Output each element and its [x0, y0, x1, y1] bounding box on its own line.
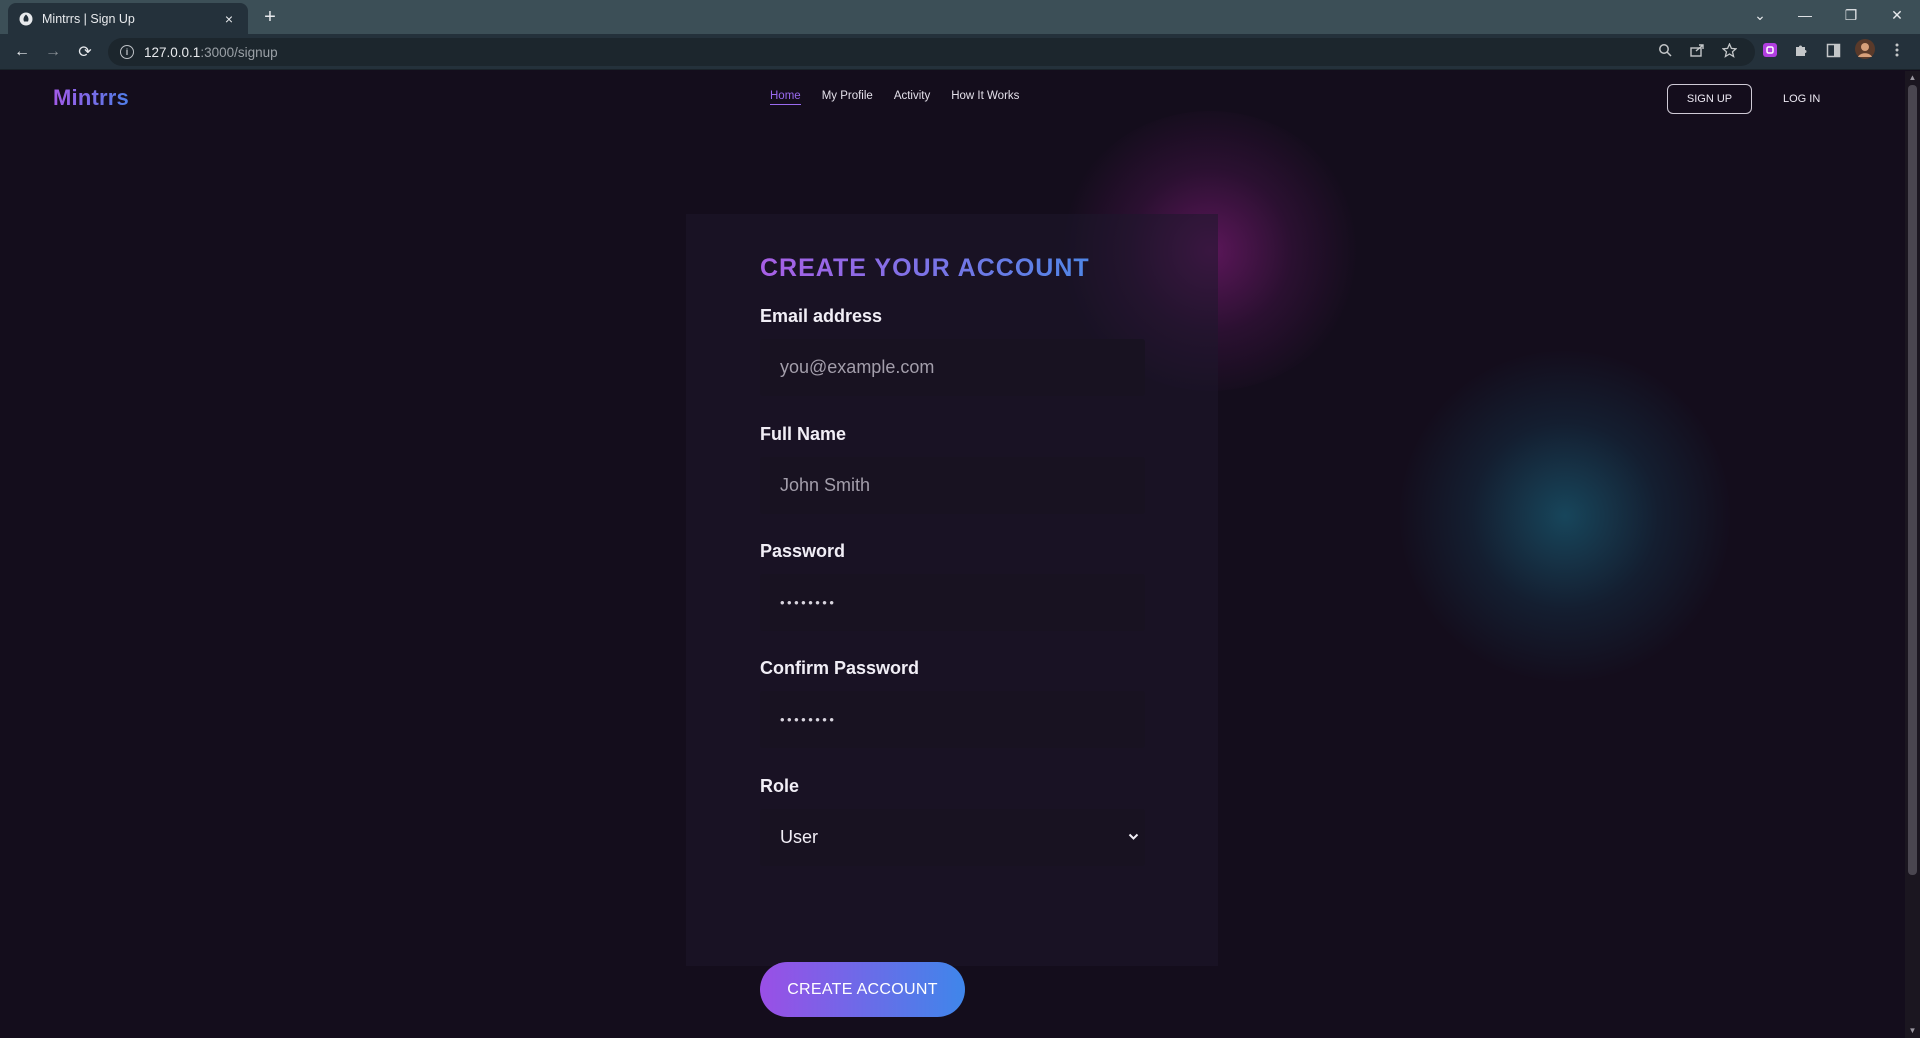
info-icon[interactable]: i [120, 45, 134, 59]
browser-tab-strip: Mintrrs | Sign Up × + ⌄ — ❐ ✕ [0, 0, 1920, 34]
share-icon[interactable] [1686, 39, 1708, 61]
address-bar[interactable]: i 127.0.0.1 :3000/signup [108, 38, 1755, 66]
email-label: Email address [760, 306, 883, 326]
profile-avatar[interactable] [1854, 38, 1876, 60]
url-host: 127.0.0.1 [144, 44, 201, 60]
login-button[interactable]: LOG IN [1783, 84, 1820, 114]
back-button[interactable]: ← [10, 40, 34, 64]
page-scrollbar[interactable]: ▲ ▼ [1905, 71, 1920, 1038]
zoom-icon[interactable] [1654, 39, 1676, 61]
scroll-thumb[interactable] [1908, 85, 1917, 875]
tab-search-icon[interactable]: ⌄ [1737, 0, 1783, 30]
new-tab-button[interactable]: + [258, 6, 282, 30]
full-name-label: Full Name [760, 424, 847, 444]
nav-how-it-works[interactable]: How It Works [951, 90, 1019, 105]
teal-glow-decoration [1400, 351, 1730, 681]
confirm-password-label: Confirm Password [760, 658, 920, 678]
extension-purple-icon[interactable] [1759, 39, 1781, 61]
role-select[interactable]: User [760, 809, 1145, 866]
tab-title: Mintrrs | Sign Up [42, 11, 135, 26]
kebab-menu-icon[interactable] [1886, 39, 1908, 61]
browser-toolbar: ← → ⟳ i 127.0.0.1 :3000/signup [0, 34, 1920, 70]
url-path: :3000/signup [200, 44, 278, 60]
incognito-favicon-icon [18, 11, 34, 27]
reload-button[interactable]: ⟳ [73, 40, 97, 64]
browser-tab-active[interactable]: Mintrrs | Sign Up × [8, 3, 248, 34]
email-field[interactable]: you@example.com [760, 339, 1145, 396]
forward-button[interactable]: → [41, 40, 65, 64]
restore-button[interactable]: ❐ [1828, 0, 1874, 30]
scroll-down-arrow-icon[interactable]: ▼ [1905, 1024, 1920, 1038]
tab-close-icon[interactable]: × [220, 10, 238, 28]
full-name-field[interactable]: John Smith [760, 457, 1145, 514]
signup-card: CREATE YOUR ACCOUNT Email address you@ex… [686, 214, 1218, 1017]
page-viewport: Mintrrs Home My Profile Activity How It … [0, 71, 1905, 1038]
nav-activity[interactable]: Activity [894, 90, 930, 105]
signup-button[interactable]: SIGN UP [1667, 84, 1752, 114]
minimize-button[interactable]: — [1782, 0, 1828, 30]
puzzle-icon[interactable] [1790, 39, 1812, 61]
chevron-down-icon [1128, 830, 1139, 844]
nav-my-profile[interactable]: My Profile [822, 90, 873, 105]
password-label: Password [760, 541, 846, 561]
form-title: CREATE YOUR ACCOUNT [760, 254, 1090, 282]
password-field[interactable]: •••••••• [760, 574, 1145, 631]
sidepanel-icon[interactable] [1822, 39, 1844, 61]
scroll-up-arrow-icon[interactable]: ▲ [1905, 71, 1920, 85]
role-select-value: User [780, 827, 819, 847]
create-account-button[interactable]: CREATE ACCOUNT [760, 962, 965, 1017]
confirm-password-field[interactable]: •••••••• [760, 691, 1145, 748]
main-nav: Home My Profile Activity How It Works [770, 90, 1019, 105]
site-logo[interactable]: Mintrrs [53, 85, 129, 111]
close-window-button[interactable]: ✕ [1874, 0, 1920, 30]
role-label: Role [760, 776, 800, 796]
star-icon[interactable] [1718, 39, 1740, 61]
nav-home[interactable]: Home [770, 90, 801, 105]
